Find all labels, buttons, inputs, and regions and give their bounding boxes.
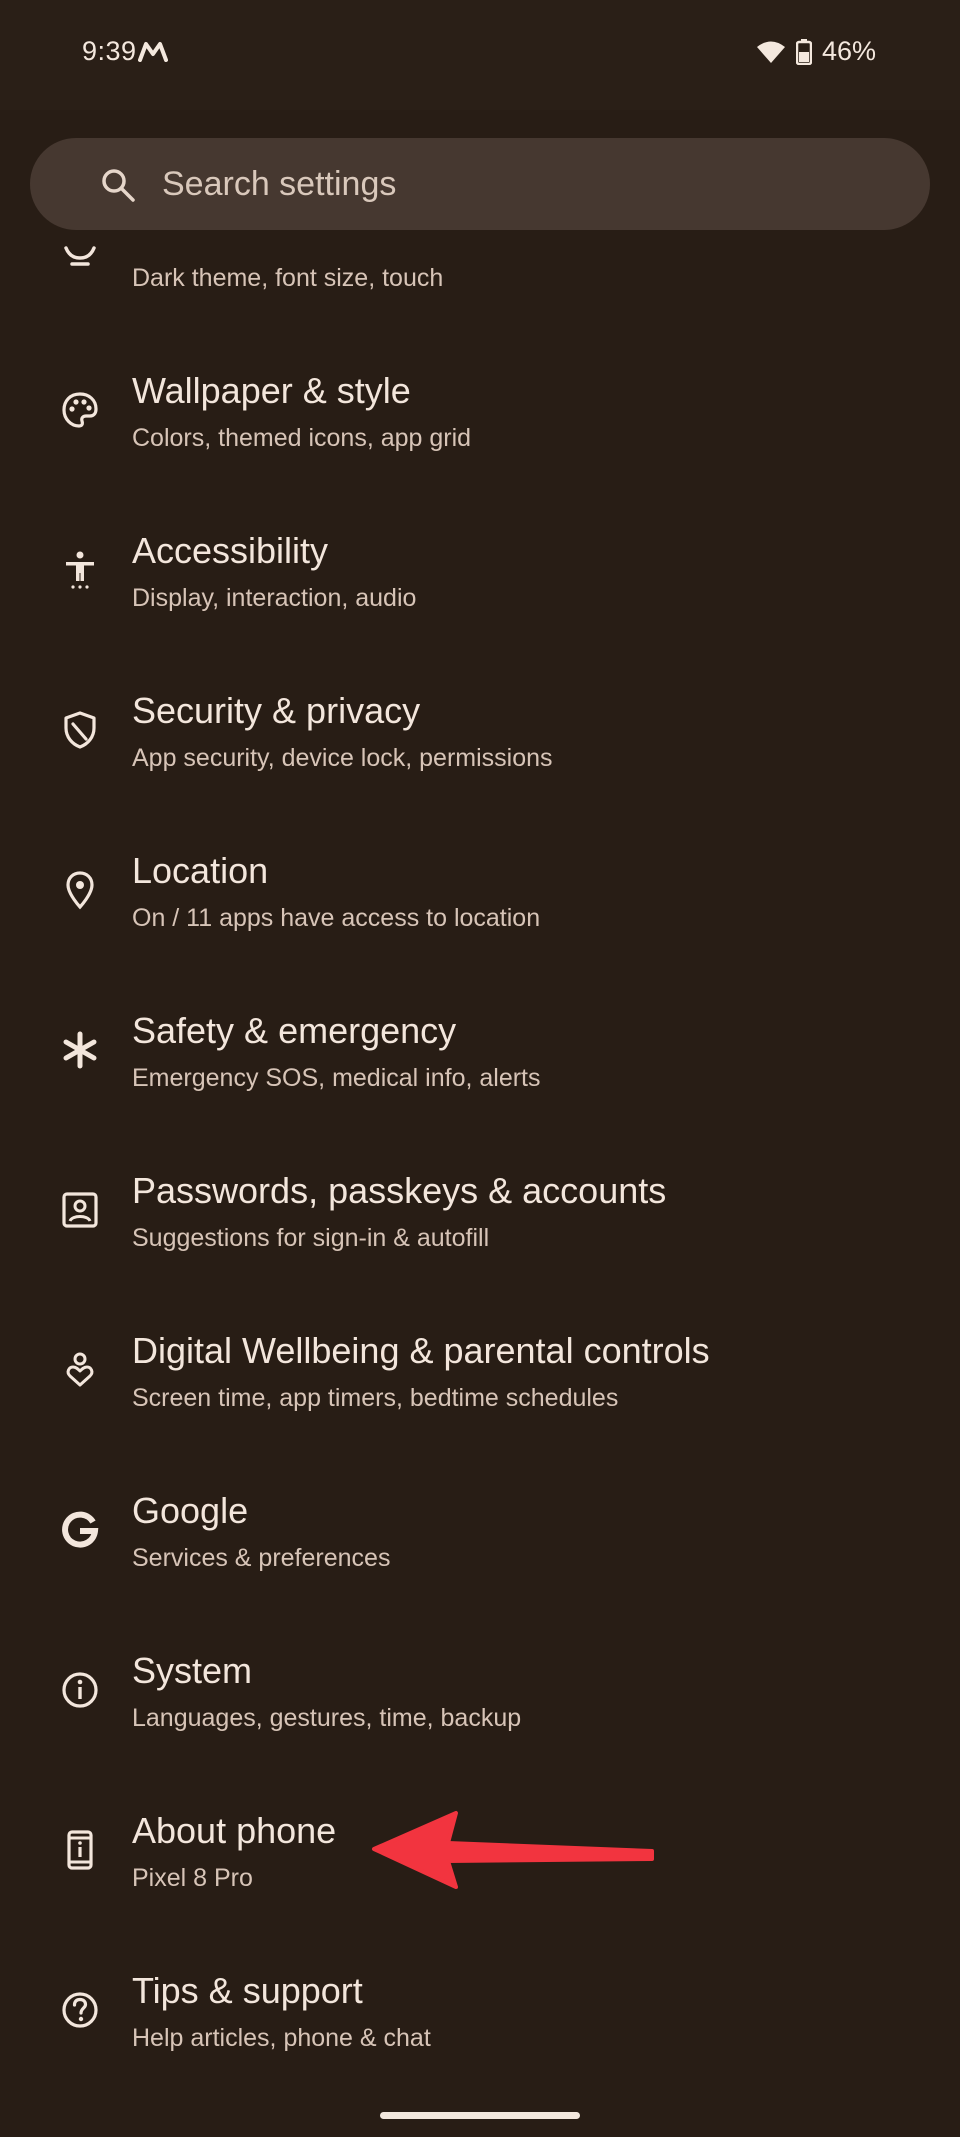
search-bar[interactable]: Search settings	[30, 138, 930, 230]
account-box-icon	[62, 1192, 98, 1228]
settings-item-subtitle: Emergency SOS, medical info, alerts	[132, 1064, 541, 1092]
settings-item-google[interactable]: Google Services & preferences	[0, 1460, 960, 1620]
settings-item-subtitle: Languages, gestures, time, backup	[132, 1704, 522, 1732]
settings-item-subtitle: App security, device lock, permissions	[132, 744, 553, 772]
settings-item-wallpaper[interactable]: Wallpaper & style Colors, themed icons, …	[0, 340, 960, 500]
location-pin-icon	[66, 871, 94, 910]
settings-item-title: Google	[132, 1490, 249, 1531]
settings-item-title: System	[132, 1650, 253, 1691]
settings-item-subtitle: Display, interaction, audio	[132, 584, 417, 612]
settings-item-subtitle: Colors, themed icons, app grid	[132, 424, 472, 452]
accessibility-icon	[66, 551, 94, 589]
settings-item-display[interactable]: Dark theme, font size, touch	[0, 244, 960, 304]
settings-item-location[interactable]: Location On / 11 apps have access to loc…	[0, 820, 960, 980]
help-icon	[62, 1992, 98, 2028]
settings-item-title: Security & privacy	[132, 690, 421, 731]
settings-item-tips-support[interactable]: Tips & support Help articles, phone & ch…	[0, 1940, 960, 2100]
notification-m-icon	[138, 42, 168, 62]
settings-item-title: Location	[132, 850, 269, 891]
settings-item-subtitle: Screen time, app timers, bedtime schedul…	[132, 1384, 619, 1412]
shield-icon	[64, 711, 96, 749]
settings-item-title: About phone	[132, 1810, 337, 1851]
phone-info-icon	[67, 1830, 93, 1870]
settings-item-subtitle: Services & preferences	[132, 1544, 391, 1572]
settings-item-digital-wellbeing[interactable]: Digital Wellbeing & parental controls Sc…	[0, 1300, 960, 1460]
wellbeing-icon	[66, 1352, 94, 1387]
settings-item-subtitle: Pixel 8 Pro	[132, 1864, 253, 1892]
settings-item-title: Digital Wellbeing & parental controls	[132, 1330, 710, 1371]
settings-item-system[interactable]: System Languages, gestures, time, backup	[0, 1620, 960, 1780]
battery-icon	[795, 38, 812, 65]
search-placeholder: Search settings	[162, 165, 397, 203]
battery-percent: 46%	[821, 36, 876, 66]
status-bar: 9:39 46%	[0, 0, 960, 110]
asterisk-icon	[63, 1031, 97, 1069]
settings-item-title: Accessibility	[132, 530, 329, 571]
wifi-icon	[756, 41, 785, 63]
palette-icon	[62, 392, 98, 428]
google-icon	[62, 1511, 99, 1548]
settings-item-title: Wallpaper & style	[132, 370, 411, 411]
annotation-arrow-icon	[372, 1811, 654, 1889]
settings-item-security[interactable]: Security & privacy App security, device …	[0, 660, 960, 820]
settings-item-subtitle: Suggestions for sign-in & autofill	[132, 1224, 490, 1252]
info-icon	[62, 1672, 98, 1708]
status-time: 9:39	[82, 36, 137, 66]
settings-item-title: Safety & emergency	[132, 1010, 457, 1051]
settings-item-subtitle: Dark theme, font size, touch	[132, 264, 444, 292]
search-icon	[102, 169, 135, 202]
settings-item-title: Passwords, passkeys & accounts	[132, 1170, 667, 1211]
settings-item-passwords[interactable]: Passwords, passkeys & accounts Suggestio…	[0, 1140, 960, 1300]
settings-item-subtitle: On / 11 apps have access to location	[132, 904, 541, 932]
settings-item-title: Tips & support	[132, 1970, 363, 2011]
settings-item-safety[interactable]: Safety & emergency Emergency SOS, medica…	[0, 980, 960, 1140]
status-right: 46%	[756, 36, 876, 67]
display-icon	[64, 246, 96, 266]
settings-item-subtitle: Help articles, phone & chat	[132, 2024, 431, 2052]
home-indicator[interactable]	[380, 2112, 580, 2119]
settings-item-accessibility[interactable]: Accessibility Display, interaction, audi…	[0, 500, 960, 660]
